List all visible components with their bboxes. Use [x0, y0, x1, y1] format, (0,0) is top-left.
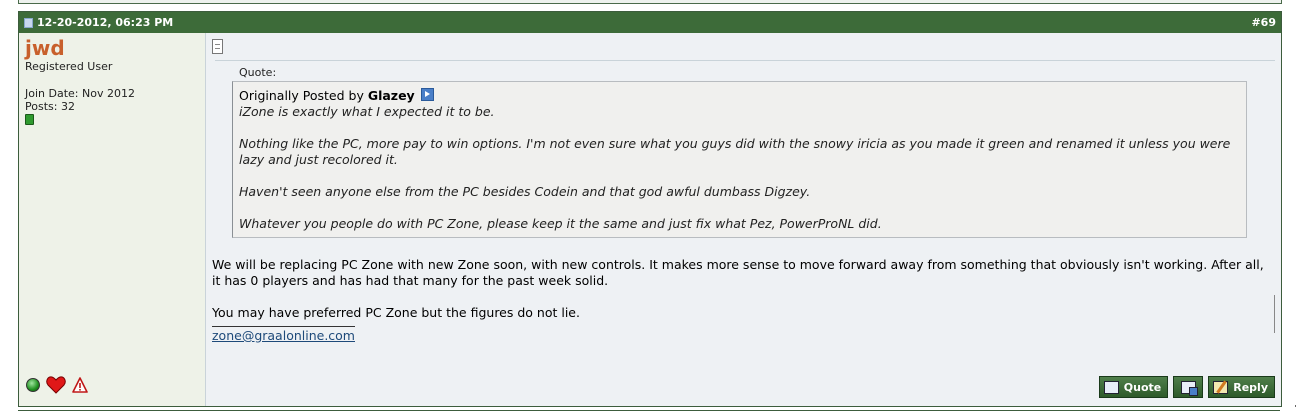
- corner-mark: [1295, 405, 1296, 407]
- post-content: Quote: Originally Posted by Glazey iZone…: [206, 33, 1281, 406]
- quote-paragraph: Whatever you people do with PC Zone, ple…: [239, 216, 882, 231]
- multi-quote-icon: [1180, 380, 1198, 396]
- quote-container: Quote: Originally Posted by Glazey iZone…: [232, 66, 1255, 238]
- user-info-panel: jwd Registered User Join Date: Nov 2012 …: [19, 33, 206, 406]
- heart-icon[interactable]: [46, 376, 66, 394]
- post-header: 12-20-2012, 06:23 PM #69: [19, 12, 1281, 33]
- post-date-area: 12-20-2012, 06:23 PM: [24, 16, 173, 29]
- post-old-icon: [24, 17, 33, 28]
- user-icons: [26, 376, 88, 394]
- message-paragraph: We will be replacing PC Zone with new Zo…: [212, 257, 1264, 288]
- post-message: We will be replacing PC Zone with new Zo…: [212, 257, 1275, 344]
- quote-attribution: Originally Posted by Glazey: [239, 88, 1240, 104]
- post-separator: [215, 60, 1275, 61]
- quote-label: Quote:: [239, 66, 277, 79]
- online-status-icon: [26, 378, 40, 392]
- quote-paragraph: Nothing like the PC, more pay to win opt…: [239, 136, 1231, 167]
- post-count: Posts: 32: [25, 100, 75, 113]
- next-post-top: [18, 410, 1280, 411]
- quote-author: Glazey: [367, 88, 415, 103]
- post-document-icon: [212, 39, 223, 54]
- reply-pencil-icon: [1213, 380, 1229, 394]
- post-date: 12-20-2012, 06:23 PM: [37, 16, 174, 29]
- view-post-arrow-icon[interactable]: [420, 88, 434, 101]
- multi-quote-button[interactable]: [1173, 376, 1204, 398]
- forum-post: 12-20-2012, 06:23 PM #69 jwd Registered …: [18, 11, 1282, 407]
- signature-email-link[interactable]: zone@graalonline.com: [212, 328, 355, 343]
- quote-box: Originally Posted by Glazey iZone is exa…: [232, 81, 1247, 238]
- previous-post-bottom: [18, 0, 1282, 4]
- report-warning-icon[interactable]: [72, 377, 88, 393]
- quote-paragraph: Haven't seen anyone else from the PC bes…: [239, 184, 811, 199]
- post-number-link[interactable]: #69: [1251, 16, 1276, 29]
- quote-text: iZone is exactly what I expected it to b…: [239, 104, 1240, 232]
- signature-divider: [212, 326, 355, 327]
- text-scroll-edge: [1274, 295, 1275, 333]
- post-body: jwd Registered User Join Date: Nov 2012 …: [19, 33, 1281, 406]
- originally-posted-by-label: Originally Posted by: [239, 88, 364, 103]
- post-action-buttons: Quote Reply: [1098, 376, 1275, 398]
- reply-button[interactable]: Reply: [1208, 376, 1275, 398]
- join-date: Join Date: Nov 2012: [25, 87, 135, 100]
- quote-bubble-icon: [1103, 380, 1119, 394]
- reputation-icon: [25, 114, 34, 125]
- reply-button-label: Reply: [1233, 380, 1268, 394]
- quote-paragraph: iZone is exactly what I expected it to b…: [239, 104, 495, 119]
- user-title: Registered User: [25, 60, 113, 73]
- username-link[interactable]: jwd: [25, 37, 199, 59]
- quote-button-label: Quote: [1123, 380, 1162, 394]
- message-paragraph: You may have preferred PC Zone but the f…: [212, 305, 580, 320]
- quote-button[interactable]: Quote: [1098, 376, 1169, 398]
